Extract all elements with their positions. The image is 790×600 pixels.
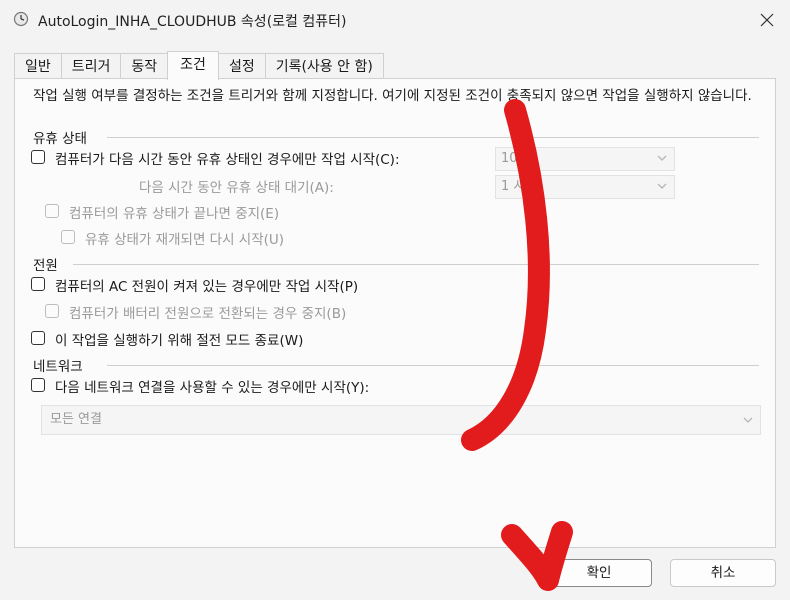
tab-triggers[interactable]: 트리거 bbox=[60, 53, 122, 80]
tab-conditions[interactable]: 조건 bbox=[167, 51, 219, 80]
window-title: AutoLogin_INHA_CLOUDHUB 속성(로컬 컴퓨터) bbox=[38, 14, 347, 30]
wake-to-run-label: 이 작업을 실행하기 위해 절전 모드 종료(W) bbox=[55, 333, 304, 349]
idle-section-divider bbox=[107, 137, 759, 138]
tab-actions[interactable]: 동작 bbox=[120, 53, 169, 80]
network-section-label: 네트워크 bbox=[33, 359, 83, 375]
start-if-network-checkbox[interactable] bbox=[31, 378, 45, 392]
stop-on-battery-checkbox[interactable] bbox=[45, 304, 59, 318]
start-if-idle-checkbox[interactable] bbox=[31, 150, 45, 164]
tab-history[interactable]: 기록(사용 안 함) bbox=[264, 53, 384, 80]
idle-section-label: 유휴 상태 bbox=[33, 131, 87, 147]
clock-icon bbox=[13, 11, 29, 27]
close-icon bbox=[760, 13, 774, 27]
network-section-divider bbox=[107, 365, 759, 366]
ac-only-checkbox[interactable] bbox=[31, 277, 45, 291]
title-bar: AutoLogin_INHA_CLOUDHUB 속성(로컬 컴퓨터) bbox=[0, 0, 790, 40]
tab-general[interactable]: 일반 bbox=[14, 53, 62, 80]
wake-to-run-checkbox[interactable] bbox=[31, 331, 45, 345]
power-section-divider bbox=[73, 264, 759, 265]
idle-duration-select[interactable]: 10 bbox=[495, 147, 675, 171]
power-section-label: 전원 bbox=[33, 258, 58, 274]
stop-if-not-idle-label: 컴퓨터의 유휴 상태가 끝나면 중지(E) bbox=[69, 206, 280, 222]
idle-wait-label: 다음 시간 동안 유휴 상태 대기(A): bbox=[139, 180, 334, 196]
stop-if-not-idle-checkbox[interactable] bbox=[45, 204, 59, 218]
ok-button[interactable]: 확인 bbox=[546, 559, 652, 587]
start-if-network-label: 다음 네트워크 연결을 사용할 수 있는 경우에만 시작(Y): bbox=[55, 380, 370, 396]
restart-if-idle-checkbox[interactable] bbox=[61, 230, 75, 244]
stop-on-battery-label: 컴퓨터가 배터리 전원으로 전환되는 경우 중지(B) bbox=[69, 306, 347, 322]
chevron-down-icon bbox=[743, 417, 753, 423]
conditions-description: 작업 실행 여부를 결정하는 조건을 트리거와 함께 지정합니다. 여기에 지정… bbox=[33, 88, 752, 104]
idle-wait-value: 1 시 bbox=[501, 179, 526, 194]
start-if-idle-label: 컴퓨터가 다음 시간 동안 유휴 상태인 경우에만 작업 시작(C): bbox=[55, 152, 400, 168]
idle-duration-value: 10 bbox=[501, 151, 518, 166]
network-connection-select[interactable]: 모든 연결 bbox=[41, 405, 761, 435]
conditions-panel: 작업 실행 여부를 결정하는 조건을 트리거와 함께 지정합니다. 여기에 지정… bbox=[14, 78, 776, 548]
chevron-down-icon bbox=[657, 155, 667, 161]
restart-if-idle-label: 유휴 상태가 재개되면 다시 시작(U) bbox=[85, 232, 285, 248]
close-button[interactable] bbox=[744, 0, 790, 40]
ac-only-label: 컴퓨터의 AC 전원이 켜져 있는 경우에만 작업 시작(P) bbox=[55, 279, 359, 295]
chevron-down-icon bbox=[657, 183, 667, 189]
cancel-button[interactable]: 취소 bbox=[670, 559, 776, 587]
idle-wait-select[interactable]: 1 시 bbox=[495, 175, 675, 199]
tab-settings[interactable]: 설정 bbox=[217, 53, 266, 80]
tab-strip: 일반 트리거 동작 조건 설정 기록(사용 안 함) bbox=[14, 51, 384, 80]
network-connection-value: 모든 연결 bbox=[50, 412, 102, 427]
